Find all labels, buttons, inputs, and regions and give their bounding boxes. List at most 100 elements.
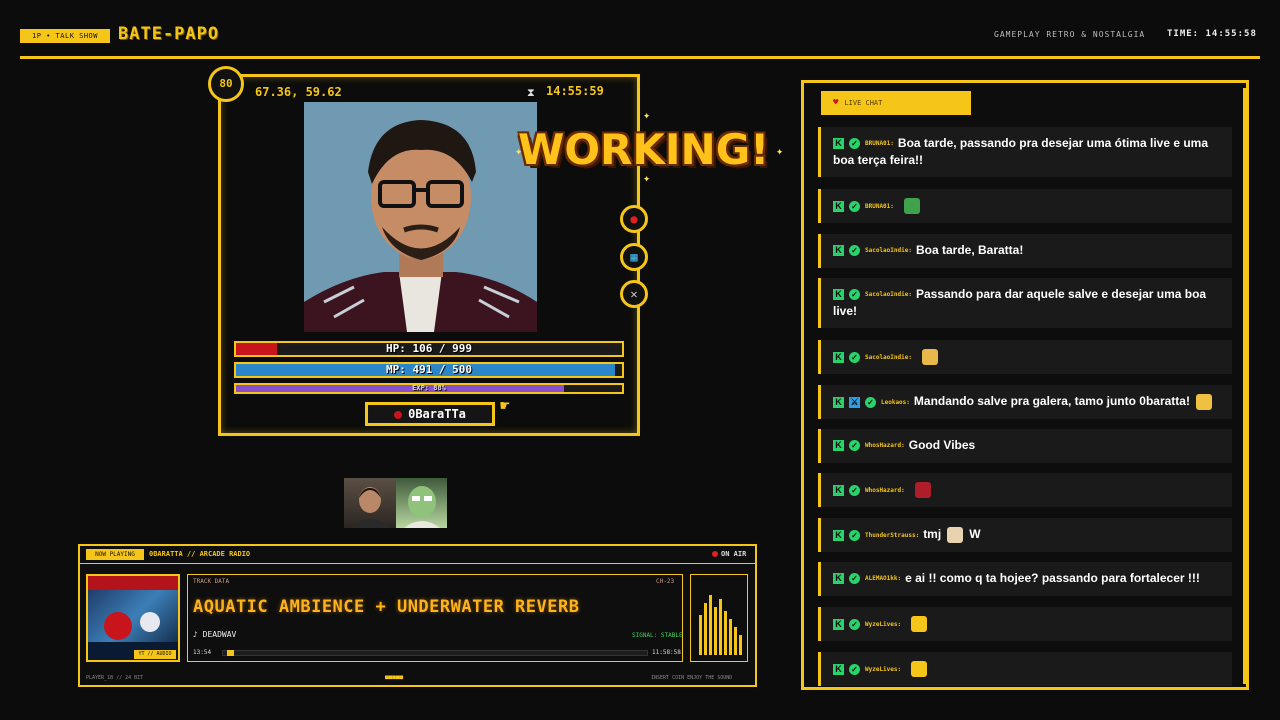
chat-username[interactable]: SacolaoIndie: xyxy=(865,291,912,298)
chat-username[interactable]: ALEMAO1kk: xyxy=(865,575,901,582)
hourglass-icon: ⧗ xyxy=(527,86,535,99)
chat-message: K ✓ WyzeLives: xyxy=(818,652,1232,686)
verified-badge-icon: ✓ xyxy=(849,440,860,452)
chat-text: live! xyxy=(833,304,858,318)
chat-username[interactable]: BRUNA01: xyxy=(865,140,894,147)
frog-emote xyxy=(903,198,920,214)
sword-badge-icon: ⚔ xyxy=(849,396,860,408)
chat-username[interactable]: WyzeLives: xyxy=(865,621,901,628)
record-dot-icon xyxy=(394,410,403,419)
player-name: 0BaraTTa xyxy=(408,407,466,421)
chat-message: K ✓ WhosHazard: xyxy=(818,473,1232,507)
on-air-label: ON AIR xyxy=(721,550,747,558)
heart-icon: ♥ xyxy=(833,98,839,108)
progress-knob[interactable] xyxy=(227,650,235,656)
chat-username[interactable]: SacolaoIndie: xyxy=(865,354,912,361)
page-title: BATE-PAPO xyxy=(118,24,220,44)
guest-webcam-1 xyxy=(344,478,396,528)
track-progress[interactable] xyxy=(222,650,648,656)
chat-username[interactable]: SacolaoIndie: xyxy=(865,247,912,254)
guest-webcam-2 xyxy=(396,478,447,528)
crossed-swords-icon: ✕ xyxy=(630,287,638,301)
chat-text: e ai !! como q ta hojee? passando para f… xyxy=(905,571,1200,585)
equalizer xyxy=(690,574,748,662)
cat-face-emote xyxy=(911,661,928,677)
chat-message: K ✓ SacolaoIndie: xyxy=(818,340,1232,374)
inventory-button[interactable]: ● xyxy=(620,205,648,233)
chat-message: K ✓ BRUNA01: Boa tarde, passando pra deseja… xyxy=(818,127,1232,177)
kick-badge-icon: K xyxy=(833,663,844,675)
chat-username[interactable]: WyzeLives: xyxy=(865,666,901,673)
chat-message: K ✓ ALEMAO1kk: e ai !! como q ta hojee? pas… xyxy=(818,562,1232,596)
chat-message-line: K ✓ SacolaoIndie: Passando para dar aquele … xyxy=(833,287,1206,301)
chat-message: K ✓ WyzeLives: xyxy=(818,607,1232,641)
track-artist: ♪ DEADWAV xyxy=(193,630,237,639)
on-air-dot-icon xyxy=(712,551,718,557)
chat-message-line: K ✓ ThunderStrauss: tmj W xyxy=(833,527,981,543)
kick-badge-icon: K xyxy=(833,618,844,630)
chat-username[interactable]: Leokaos: xyxy=(881,399,910,406)
live-chat-tab[interactable]: ♥ LIVE CHAT xyxy=(821,91,971,115)
radio-footer-right: INSERT COIN ENJOY THE SOUND xyxy=(651,675,733,681)
mp-label: MP: 491 / 500 xyxy=(385,363,473,376)
chat-text: W xyxy=(969,527,981,542)
chat-username[interactable]: WhosHazard: xyxy=(865,442,905,449)
chat-text: Mandando salve pra galera, tamo junto 0b… xyxy=(913,394,1190,409)
verified-badge-icon: ✓ xyxy=(849,200,860,212)
chat-message-line: K ✓ WhosHazard: xyxy=(833,482,931,498)
hp-label: HP: 106 / 999 xyxy=(385,342,473,355)
verified-badge-icon: ✓ xyxy=(849,138,860,150)
chat-message-line: K ✓ WyzeLives: xyxy=(833,616,928,632)
chat-username[interactable]: ThunderStrauss: xyxy=(865,532,919,539)
chat-text: Boa tarde, Baratta! xyxy=(915,243,1024,257)
station-name: 0BARATTA // ARCADE RADIO xyxy=(149,550,251,558)
verified-badge-icon: ✓ xyxy=(849,618,860,630)
xp-label: EXP: 88% xyxy=(412,384,446,392)
battle-button[interactable]: ✕ xyxy=(620,280,648,308)
chat-scrollbar[interactable] xyxy=(1243,88,1246,684)
eq-bar xyxy=(704,603,707,655)
kick-badge-icon: K xyxy=(833,529,844,541)
sparkle-icon: ✦ xyxy=(643,171,651,185)
kick-badge-icon: K xyxy=(833,245,844,257)
chat-message-line: K ✓ BRUNA01: Boa tarde, passando pra deseja… xyxy=(833,136,1208,150)
kick-badge-icon: K xyxy=(833,351,844,363)
track-panel xyxy=(187,574,683,662)
track-data-label: TRACK DATA xyxy=(193,578,230,585)
player-name-button[interactable]: 0BaraTTa xyxy=(365,402,495,426)
chat-username[interactable]: WhosHazard: xyxy=(865,487,905,494)
eq-bar xyxy=(734,627,737,655)
kick-badge-icon: K xyxy=(833,484,844,496)
kick-badge-icon: K xyxy=(833,289,844,301)
chat-message: K ✓ SacolaoIndie: Passando para dar aquele … xyxy=(818,278,1232,328)
live-chat-label: LIVE CHAT xyxy=(844,99,883,107)
kick-badge-icon: K xyxy=(833,396,844,408)
chat-text: boa terça feira!! xyxy=(833,153,924,167)
cat-face-emote xyxy=(911,616,928,632)
signal-status: SIGNAL: STABLE xyxy=(632,632,683,639)
radio-footer-left: PLAYER_1B // 24 BIT xyxy=(86,675,144,681)
verified-badge-icon: ✓ xyxy=(849,351,860,363)
header-divider xyxy=(20,56,1260,59)
coords-readout: 67.36, 59.62 xyxy=(255,85,342,99)
kick-badge-icon: K xyxy=(833,440,844,452)
verified-badge-icon: ✓ xyxy=(849,245,860,257)
show-badge: 1P • TALK SHOW xyxy=(20,29,110,43)
show-subtitle: GAMEPLAY RETRO & NOSTALGIA xyxy=(994,30,1146,39)
kick-badge-icon: K xyxy=(833,573,844,585)
kick-badge-icon: K xyxy=(833,200,844,212)
hand-emote xyxy=(921,349,938,365)
character-emote xyxy=(914,482,931,498)
eq-bar xyxy=(714,607,717,655)
sparkle-icon: ✦ xyxy=(515,144,523,158)
current-time: 13:54 xyxy=(193,649,212,656)
map-button[interactable]: ▦ xyxy=(620,243,648,271)
chat-message: K ✓ ThunderStrauss: tmj W xyxy=(818,518,1232,552)
chat-text: Good Vibes xyxy=(908,438,976,452)
chat-message-line: K ✓ WyzeLives: xyxy=(833,661,928,677)
hp-bar: HP: 106 / 999 xyxy=(234,341,624,357)
verified-badge-icon: ✓ xyxy=(849,289,860,301)
chat-username[interactable]: BRUNA01: xyxy=(865,203,894,210)
chat-message: K ✓ WhosHazard: Good Vibes xyxy=(818,429,1232,463)
streamer-portrait xyxy=(304,102,537,332)
